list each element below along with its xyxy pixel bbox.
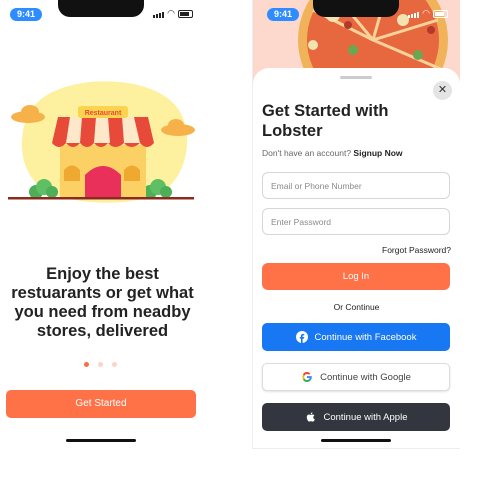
pagination-dot[interactable] — [84, 362, 89, 367]
close-icon[interactable]: ✕ — [433, 81, 452, 100]
pagination-dot[interactable] — [112, 362, 117, 367]
signal-icon — [408, 12, 420, 18]
window-right — [124, 165, 140, 181]
wifi-icon: ◠ — [422, 8, 430, 18]
status-icons: ◠ — [153, 9, 193, 18]
signal-icon — [153, 12, 165, 18]
pagination-dot[interactable] — [98, 362, 103, 367]
battery-icon — [178, 10, 193, 18]
wifi-icon: ◠ — [167, 8, 175, 18]
google-icon — [302, 372, 312, 382]
apple-icon — [306, 412, 315, 422]
google-button[interactable]: Continue with Google — [262, 363, 450, 391]
pagination-dots — [84, 362, 117, 367]
no-account-text: Don't have an account? — [262, 148, 352, 158]
apple-button[interactable]: Continue with Apple — [262, 403, 450, 431]
facebook-icon — [295, 331, 308, 343]
battery-icon — [433, 10, 448, 18]
sheet-grabber[interactable] — [340, 76, 372, 79]
get-started-button[interactable]: Get Started — [6, 390, 196, 418]
signin-screen: 9:41 ◠ ✕ Get Started with Lobster Don't … — [252, 0, 460, 449]
email-field[interactable] — [262, 172, 450, 199]
signup-link[interactable]: Signup Now — [353, 148, 402, 158]
sheet-title: Get Started with Lobster — [262, 102, 389, 140]
facebook-button[interactable]: Continue with Facebook — [262, 323, 450, 351]
restaurant-illustration: Restaurant — [8, 81, 195, 203]
apple-label: Continue with Apple — [323, 411, 408, 423]
onboarding-headline: Enjoy the best restuarants or get what y… — [11, 265, 194, 340]
restaurant-sign-text: Restaurant — [85, 110, 122, 117]
status-icons: ◠ — [408, 9, 448, 18]
door — [85, 166, 121, 197]
status-time: 9:41 — [10, 8, 42, 21]
google-label: Continue with Google — [320, 371, 411, 383]
device-notch — [313, 0, 399, 17]
signin-sheet: ✕ Get Started with Lobster Don't have an… — [253, 68, 460, 448]
login-button[interactable]: Log In — [262, 263, 450, 290]
home-indicator — [66, 439, 136, 442]
window-left — [64, 165, 80, 181]
facebook-label: Continue with Facebook — [314, 331, 417, 343]
ground-line — [8, 197, 194, 200]
home-indicator — [321, 439, 391, 442]
device-notch — [58, 0, 144, 17]
or-continue-text: Or Continue — [333, 302, 380, 312]
onboarding-screen: 9:41 ◠ Restaurant Enjoy the best restuar… — [0, 0, 205, 448]
forgot-password-link[interactable]: Forgot Password? — [382, 245, 451, 255]
signup-prompt: Don't have an account? Signup Now — [262, 148, 403, 158]
password-field[interactable] — [262, 208, 450, 235]
status-time: 9:41 — [267, 8, 299, 21]
